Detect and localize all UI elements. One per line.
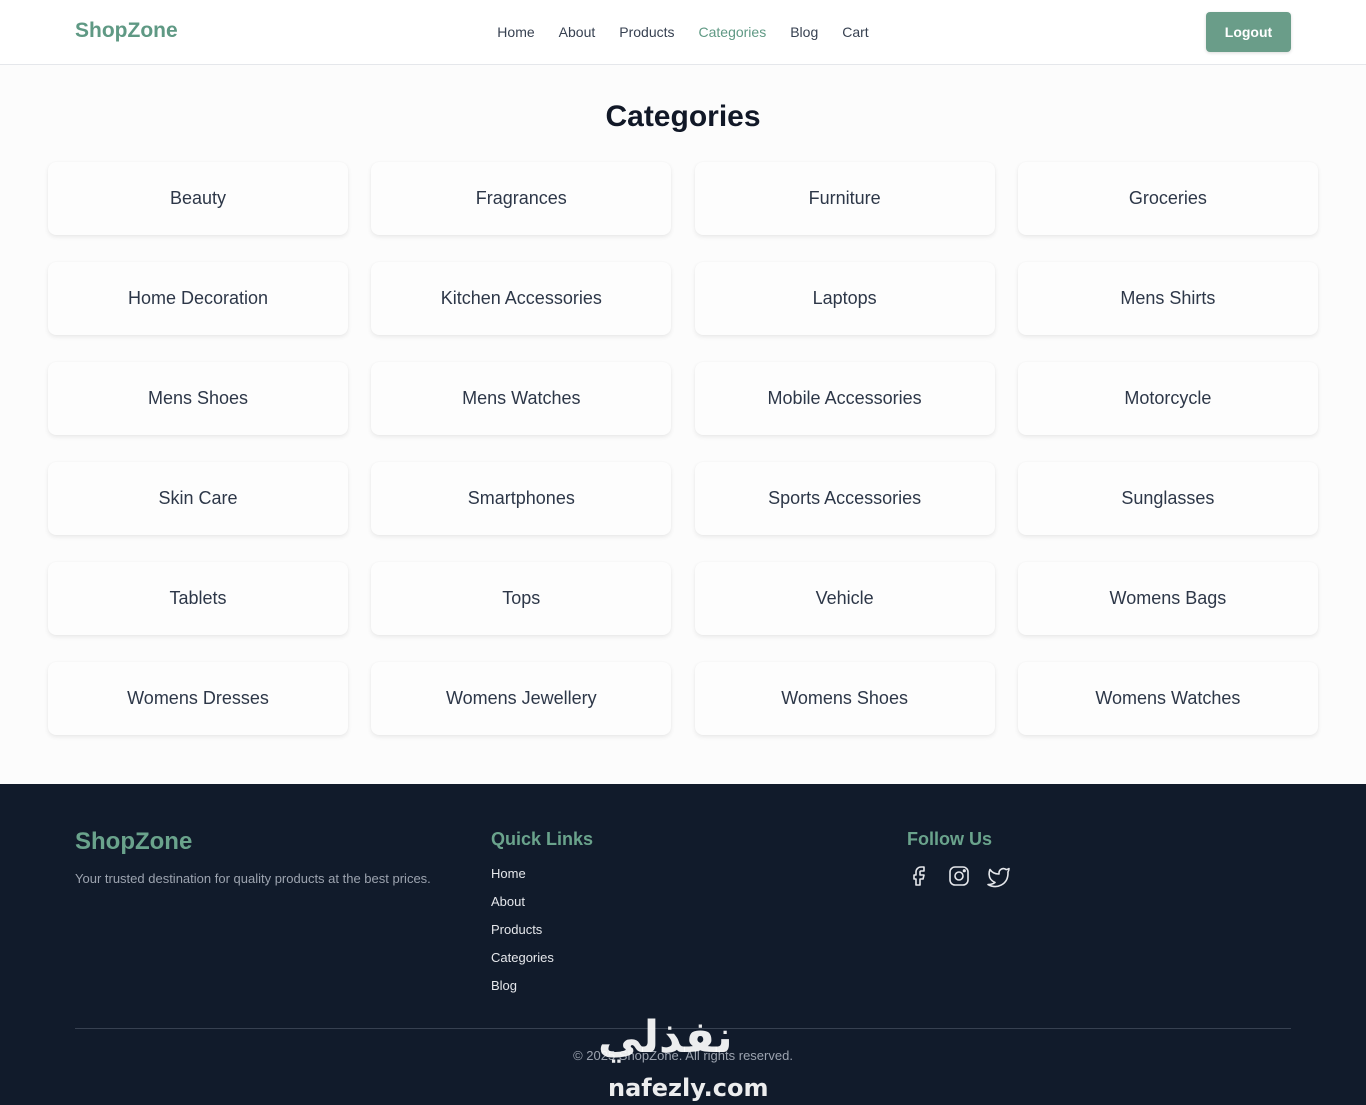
category-label: Furniture [808,188,881,208]
category-label: Kitchen Accessories [440,288,602,308]
category-label: Beauty [169,188,227,208]
category-card[interactable]: Tablets [48,562,348,635]
footer-link-products[interactable]: Products [491,922,554,950]
category-card[interactable]: Smartphones [371,462,672,535]
category-label: Mens Shirts [1120,288,1216,308]
footer-link-blog[interactable]: Blog [491,978,554,1006]
top-navbar: ShopZone Home About Products Categories … [0,0,1366,65]
nav-link-home[interactable]: Home [497,24,534,40]
site-footer: ShopZone Your trusted destination for qu… [0,784,1366,1105]
category-label: Womens Bags [1109,588,1227,608]
category-card[interactable]: Fragrances [371,162,672,235]
twitter-icon[interactable] [987,864,1011,888]
page-title: Categories [605,100,761,133]
nav-link-cart[interactable]: Cart [842,24,868,40]
category-label: Mens Watches [462,388,581,408]
category-card[interactable]: Womens Bags [1017,562,1318,635]
category-label: Smartphones [467,488,575,508]
category-card[interactable]: Vehicle [694,562,995,635]
category-card[interactable]: Womens Jewellery [371,662,672,735]
quick-links-list: Home About Products Categories Blog [491,866,554,1006]
follow-us-heading: Follow Us [907,829,992,849]
category-label: Skin Care [158,488,238,508]
nav-link-blog[interactable]: Blog [790,24,818,40]
category-card[interactable]: Home Decoration [48,262,348,335]
category-card[interactable]: Groceries [1017,162,1318,235]
category-label: Womens Dresses [127,688,269,708]
category-grid: Beauty Fragrances Furniture Groceries Ho… [48,162,1318,735]
category-label: Mobile Accessories [767,388,922,408]
nav-link-about[interactable]: About [559,24,596,40]
footer-link-home[interactable]: Home [491,866,554,894]
category-card[interactable]: Tops [371,562,672,635]
category-label: Home Decoration [127,288,269,308]
category-label: Motorcycle [1124,388,1212,408]
category-label: Tablets [169,588,227,608]
nav-link-categories[interactable]: Categories [699,24,767,40]
category-card[interactable]: Kitchen Accessories [371,262,672,335]
copyright-text: © 2025 ShopZone. All rights reserved. [573,1048,793,1063]
footer-divider [75,1028,1291,1029]
category-card[interactable]: Womens Shoes [694,662,995,735]
category-card[interactable]: Furniture [694,162,995,235]
category-card[interactable]: Beauty [48,162,348,235]
footer-link-about[interactable]: About [491,894,554,922]
instagram-icon[interactable] [947,864,971,888]
category-label: Womens Watches [1095,688,1241,708]
category-label: Sports Accessories [768,488,922,508]
category-card[interactable]: Mens Watches [371,362,672,435]
category-card[interactable]: Mobile Accessories [694,362,995,435]
nav-link-products[interactable]: Products [619,24,674,40]
category-label: Sunglasses [1121,488,1215,508]
category-label: Mens Shoes [147,388,249,408]
category-card[interactable]: Skin Care [48,462,348,535]
category-label: Fragrances [475,188,567,208]
category-card[interactable]: Womens Dresses [48,662,348,735]
footer-tagline: Your trusted destination for quality pro… [75,871,431,886]
social-links [907,864,1011,888]
category-card[interactable]: Womens Watches [1017,662,1318,735]
category-card[interactable]: Mens Shoes [48,362,348,435]
logout-button[interactable]: Logout [1206,12,1291,52]
main-nav: Home About Products Categories Blog Cart [0,0,1366,64]
category-card[interactable]: Sunglasses [1017,462,1318,535]
category-label: Laptops [812,288,877,308]
category-label: Groceries [1128,188,1207,208]
footer-brand: ShopZone [75,828,193,855]
category-label: Womens Shoes [781,688,908,708]
facebook-icon[interactable] [907,864,931,888]
category-card[interactable]: Sports Accessories [694,462,995,535]
footer-link-categories[interactable]: Categories [491,950,554,978]
category-card[interactable]: Motorcycle [1017,362,1318,435]
category-card[interactable]: Mens Shirts [1017,262,1318,335]
quick-links-heading: Quick Links [491,829,594,849]
category-card[interactable]: Laptops [694,262,995,335]
category-label: Tops [502,588,541,608]
category-label: Womens Jewellery [445,688,597,708]
category-label: Vehicle [815,588,874,608]
